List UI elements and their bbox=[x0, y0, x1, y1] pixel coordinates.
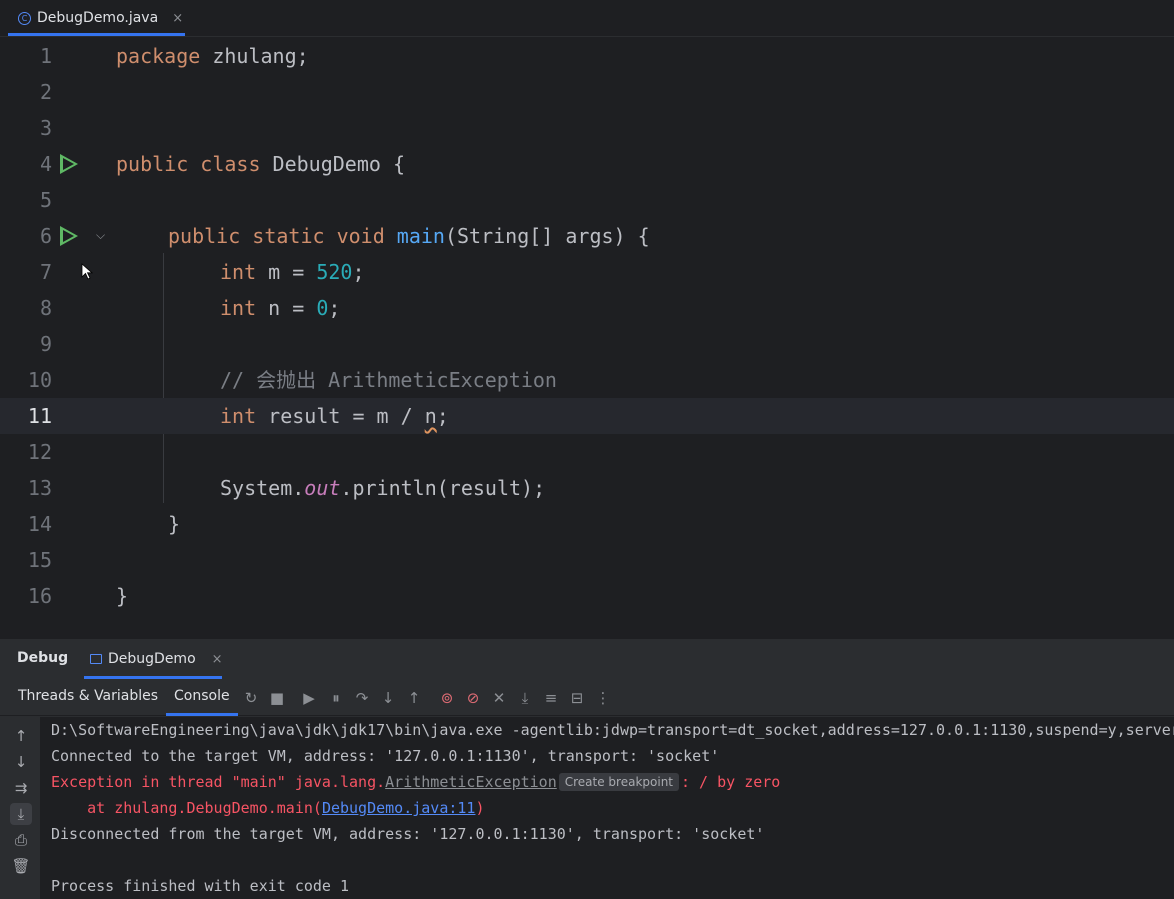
rerun-icon[interactable]: ↻ bbox=[242, 689, 260, 707]
editor-tab-debugdemo[interactable]: C DebugDemo.java × bbox=[8, 0, 193, 36]
line-number: 7 bbox=[39, 260, 52, 284]
active-tab-indicator bbox=[8, 33, 185, 36]
tab-threads-variables[interactable]: Threads & Variables bbox=[18, 688, 158, 704]
resume-icon[interactable]: ▶ bbox=[300, 689, 318, 707]
code-line: 7 int m = 520; bbox=[0, 254, 1174, 290]
java-class-icon: C bbox=[18, 11, 31, 25]
session-tab-indicator bbox=[84, 676, 222, 679]
current-code-line: 11 int result = m / n; bbox=[0, 398, 1174, 434]
code-line: 13 System.out.println(result); bbox=[0, 470, 1174, 506]
close-tab-icon[interactable]: × bbox=[172, 11, 183, 26]
line-code: int result = m / n; bbox=[220, 404, 449, 428]
stop-icon[interactable]: ■ bbox=[268, 689, 286, 707]
view-breakpoints-icon[interactable]: ⊚ bbox=[438, 689, 456, 707]
console-line: Connected to the target VM, address: '12… bbox=[51, 747, 720, 765]
code-line: 16 } bbox=[0, 578, 1174, 614]
code-line: 14 } bbox=[0, 506, 1174, 542]
line-code: } bbox=[168, 512, 181, 536]
line-number: 11 bbox=[27, 404, 52, 428]
line-comment: // 会抛出 ArithmeticException bbox=[220, 368, 557, 392]
code-line: 6 ⌵ public static void main(String[] arg… bbox=[0, 218, 1174, 254]
debug-header: Debug DebugDemo × bbox=[0, 639, 1174, 679]
code-line: 2 bbox=[0, 74, 1174, 110]
run-to-cursor-icon[interactable]: ⤓ bbox=[516, 689, 534, 707]
create-breakpoint-button[interactable]: Create breakpoint bbox=[558, 773, 679, 791]
tab-console[interactable]: Console bbox=[166, 688, 238, 716]
line-code: } bbox=[116, 584, 129, 608]
code-line: 4 public class DebugDemo { bbox=[0, 146, 1174, 182]
step-out-icon[interactable]: ↑ bbox=[405, 689, 423, 707]
layout-icon[interactable]: ⊟ bbox=[568, 689, 586, 707]
line-number: 15 bbox=[27, 548, 52, 572]
console-error-line: Exception in thread "main" java.lang.Ari… bbox=[51, 773, 781, 791]
scroll-down-icon[interactable]: ↓ bbox=[10, 751, 32, 773]
line-number: 2 bbox=[39, 80, 52, 104]
line-code: System.out.println(result); bbox=[220, 476, 546, 500]
scroll-to-end-icon[interactable]: ⤓ bbox=[10, 803, 32, 825]
line-number: 16 bbox=[27, 584, 52, 608]
line-number: 14 bbox=[27, 512, 52, 536]
source-location-link[interactable]: DebugDemo.java:11 bbox=[322, 799, 476, 817]
close-session-icon[interactable]: × bbox=[212, 652, 223, 667]
fold-icon[interactable]: ⌵ bbox=[96, 228, 105, 243]
console-line: D:\SoftwareEngineering\java\jdk\jdk17\bi… bbox=[51, 721, 1174, 739]
line-number: 13 bbox=[27, 476, 52, 500]
editor-tab-label: DebugDemo.java bbox=[37, 10, 159, 26]
code-line: 10 // 会抛出 ArithmeticException bbox=[0, 362, 1174, 398]
debug-toolbar: Threads & Variables Console ↻ ■ ▶ ⏸ ↷ ↓ … bbox=[0, 681, 1174, 716]
code-line: 12 bbox=[0, 434, 1174, 470]
line-number: 9 bbox=[39, 332, 52, 356]
line-number: 8 bbox=[39, 296, 52, 320]
console-side-toolbar: ↑ ↓ ⇉ ⤓ ⎙ 🗑 bbox=[0, 717, 40, 899]
code-editor[interactable]: 1 package zhulang; 2 3 4 public class De… bbox=[0, 37, 1174, 638]
line-code: public static void main(String[] args) { bbox=[168, 224, 650, 248]
line-code: package zhulang; bbox=[116, 44, 309, 68]
print-icon[interactable]: ⎙ bbox=[10, 829, 32, 851]
run-gutter-icon[interactable] bbox=[60, 226, 78, 246]
code-line: 8 int n = 0; bbox=[0, 290, 1174, 326]
line-number: 12 bbox=[27, 440, 52, 464]
debug-tool-window: Debug DebugDemo × Threads & Variables Co… bbox=[0, 639, 1174, 899]
editor-tab-bar: C DebugDemo.java × bbox=[0, 0, 1174, 37]
session-tab-label: DebugDemo bbox=[108, 651, 196, 667]
console-line: Disconnected from the target VM, address… bbox=[51, 825, 765, 843]
mouse-cursor-icon bbox=[81, 263, 93, 280]
debug-session-tab[interactable]: DebugDemo × bbox=[90, 639, 223, 679]
more-icon[interactable]: ⋮ bbox=[594, 689, 612, 707]
console-line: Process finished with exit code 1 bbox=[51, 877, 350, 895]
line-number: 5 bbox=[39, 188, 52, 212]
line-number: 6 bbox=[39, 224, 52, 248]
soft-wrap-icon[interactable]: ⇉ bbox=[10, 777, 32, 799]
step-into-icon[interactable]: ↓ bbox=[379, 689, 397, 707]
pause-icon[interactable]: ⏸ bbox=[327, 689, 345, 707]
run-gutter-icon[interactable] bbox=[60, 154, 78, 174]
line-code: int n = 0; bbox=[220, 296, 341, 320]
console-output[interactable]: D:\SoftwareEngineering\java\jdk\jdk17\bi… bbox=[40, 717, 1174, 899]
line-code: public class DebugDemo { bbox=[116, 152, 405, 176]
line-number: 4 bbox=[39, 152, 52, 176]
code-line: 1 package zhulang; bbox=[0, 38, 1174, 74]
clear-icon[interactable]: 🗑 bbox=[10, 855, 32, 877]
line-number: 3 bbox=[39, 116, 52, 140]
console-stacktrace-line: at zhulang.DebugDemo.main(DebugDemo.java… bbox=[51, 799, 485, 817]
mute-breakpoints-icon[interactable]: ⊘ bbox=[464, 689, 482, 707]
step-over-icon[interactable]: ↷ bbox=[353, 689, 371, 707]
session-window-icon bbox=[90, 654, 102, 664]
line-code: int m = 520; bbox=[220, 260, 365, 284]
code-line: 3 bbox=[0, 110, 1174, 146]
code-line: 9 bbox=[0, 326, 1174, 362]
code-line: 5 bbox=[0, 182, 1174, 218]
debug-title: Debug bbox=[17, 650, 69, 666]
line-number: 1 bbox=[39, 44, 52, 68]
exception-link[interactable]: ArithmeticException bbox=[385, 773, 557, 791]
line-number: 10 bbox=[27, 368, 52, 392]
evaluate-icon[interactable]: ✕ bbox=[490, 689, 508, 707]
scroll-up-icon[interactable]: ↑ bbox=[10, 725, 32, 747]
frames-icon[interactable]: ≡ bbox=[542, 689, 560, 707]
code-line: 15 bbox=[0, 542, 1174, 578]
